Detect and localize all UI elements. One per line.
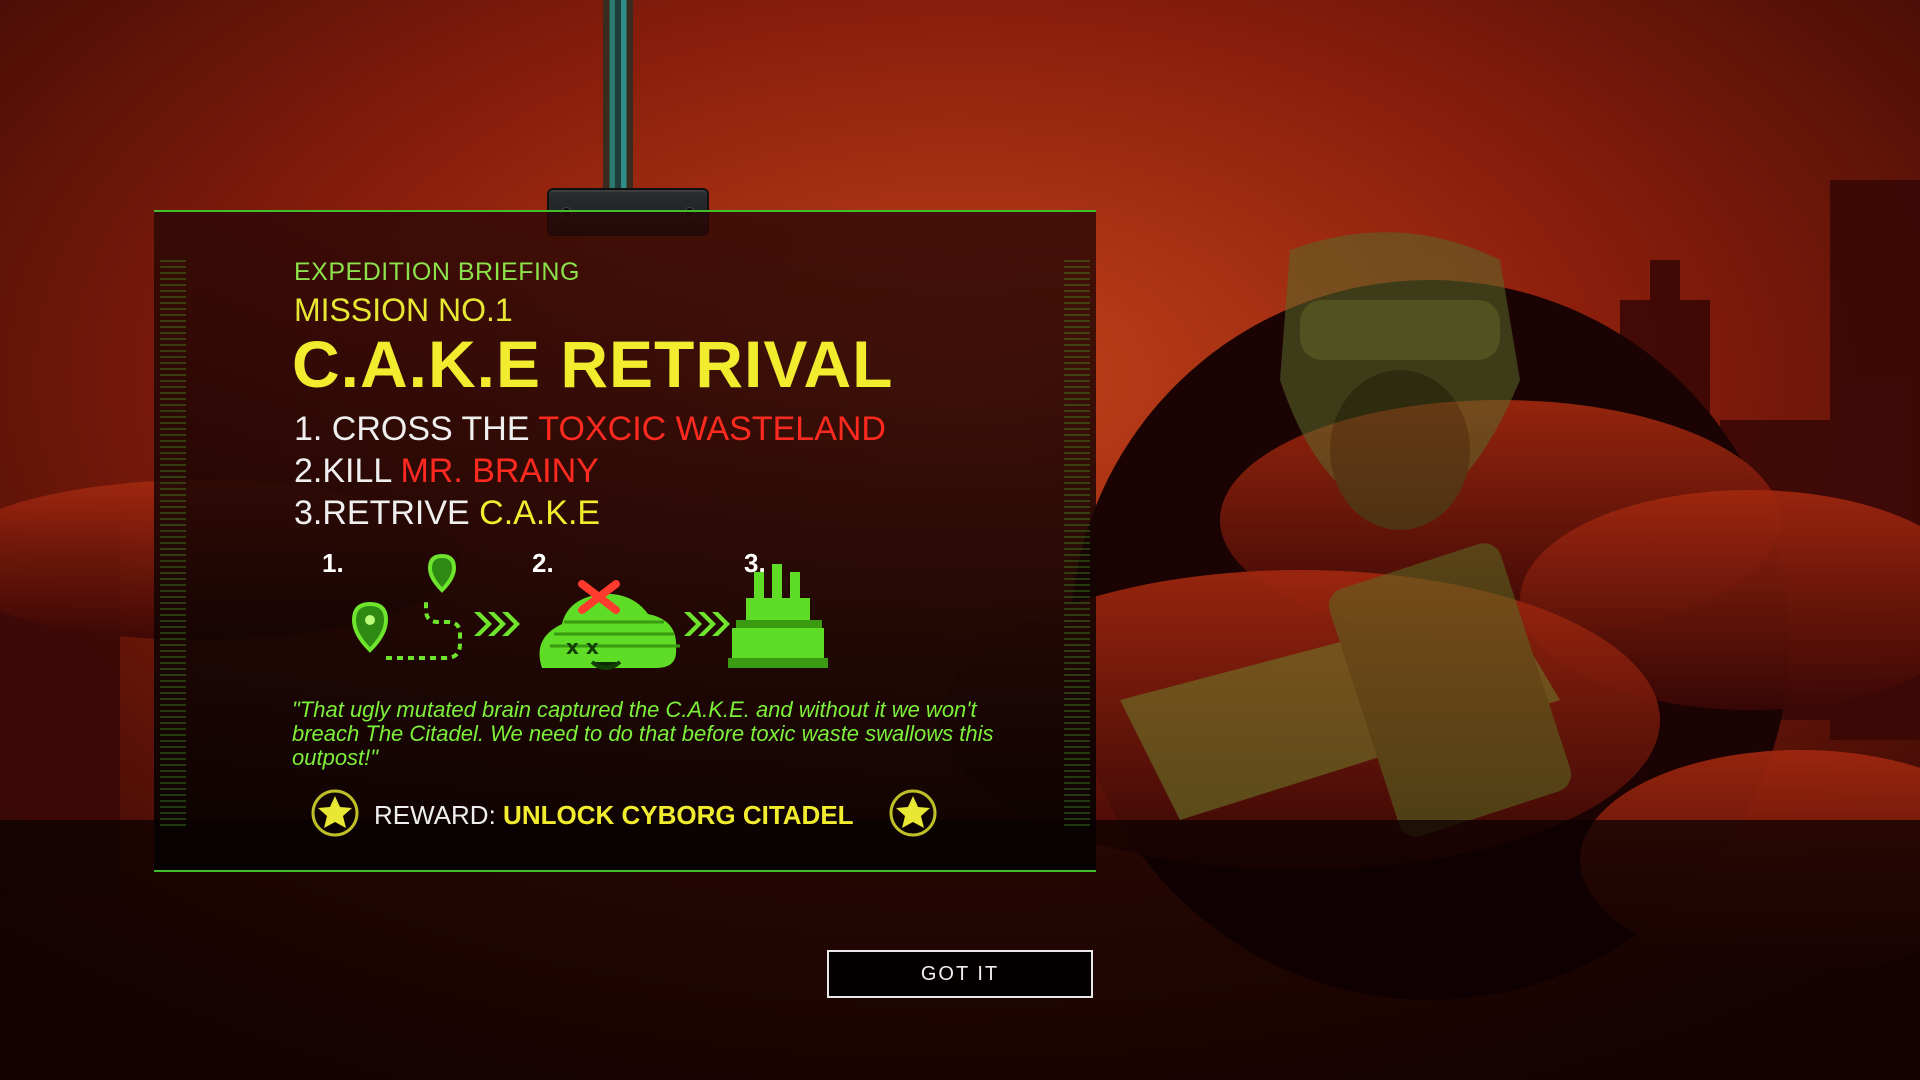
route-map-icon — [351, 553, 462, 660]
star-medal-icon — [311, 789, 359, 837]
dead-brain-icon: x x — [539, 580, 680, 670]
objective-text: 1. CROSS THE — [294, 410, 539, 448]
objective-highlight: TOXCIC WASTELAND — [538, 410, 886, 448]
hanger-rod — [603, 0, 633, 200]
mission-quote: "That ugly mutated brain captured the C.… — [292, 697, 994, 770]
cake-icon — [728, 564, 828, 668]
svg-text:x x: x x — [566, 635, 599, 659]
objective-highlight: C.A.K.E — [479, 494, 601, 532]
scanline-decoration — [1064, 260, 1090, 827]
objective-highlight: MR. BRAINY — [400, 452, 599, 490]
reward-label: REWARD: — [374, 800, 496, 830]
reward-value: UNLOCK CYBORG CITADEL — [503, 800, 854, 830]
briefing-panel: EXPEDITION BRIEFING MISSION NO.1 C.A.K.E… — [154, 210, 1096, 872]
mission-number: MISSION NO.1 — [294, 292, 513, 328]
reward-line: REWARD: UNLOCK CYBORG CITADEL — [374, 800, 854, 831]
objective-step-3: 3.RETRIVE C.A.K.E — [294, 494, 600, 533]
objective-text: 2.KILL — [294, 452, 401, 490]
objective-text: 3.RETRIVE — [294, 494, 480, 532]
chevron-right-icon — [684, 612, 730, 636]
star-medal-icon — [889, 789, 937, 837]
scanline-decoration — [160, 260, 186, 827]
chevron-right-icon — [474, 612, 520, 636]
objective-step-2: 2.KILL MR. BRAINY — [294, 452, 599, 491]
mission-diagram: x x — [351, 553, 828, 670]
objective-step-1: 1. CROSS THE TOXCIC WASTELAND — [294, 410, 886, 449]
got-it-button[interactable]: GOT IT — [827, 950, 1093, 998]
mission-title: C.A.K.E RETRIVAL — [292, 327, 894, 401]
briefing-eyebrow: EXPEDITION BRIEFING — [294, 258, 580, 286]
